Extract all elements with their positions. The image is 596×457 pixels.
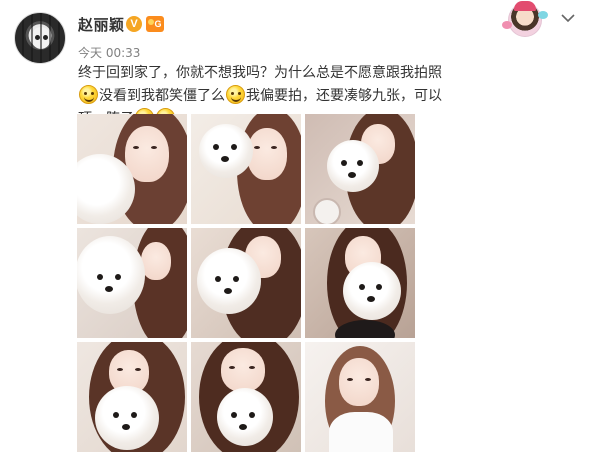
cartoon-avatar-icon[interactable] [500, 1, 548, 39]
chevron-down-icon[interactable] [560, 10, 576, 26]
level-badge-text: G [154, 19, 162, 29]
username-link[interactable]: 赵丽颖 [78, 14, 125, 35]
photo-7[interactable] [77, 342, 187, 452]
verified-badge-icon: V [126, 16, 142, 32]
photo-2[interactable] [191, 114, 301, 224]
cartoon-avatar-bow-pink [502, 21, 512, 29]
photo-9[interactable] [305, 342, 415, 452]
photo-5[interactable] [191, 228, 301, 338]
smirk-emoji-icon [79, 85, 98, 104]
photo-3[interactable] [305, 114, 415, 224]
avatar-cage-bars [15, 13, 65, 63]
photo-grid [77, 114, 415, 453]
smirk-emoji-icon [226, 85, 245, 104]
post-text-part-1: 终于回到家了，你就不想我吗？为什么总是不愿意跟我拍照 [78, 65, 442, 81]
photo-4[interactable] [77, 228, 187, 338]
photo-1[interactable] [77, 114, 187, 224]
post-time[interactable]: 今天 00:33 [78, 44, 140, 61]
cartoon-avatar-hat [514, 1, 536, 11]
level-badge-icon: G [146, 16, 164, 32]
cartoon-avatar-bow-blue [538, 11, 548, 19]
photo-6[interactable] [305, 228, 415, 338]
user-avatar[interactable] [14, 12, 66, 64]
post-text-part-2: 没看到我都笑僵了么 [99, 88, 225, 104]
photo-8[interactable] [191, 342, 301, 452]
